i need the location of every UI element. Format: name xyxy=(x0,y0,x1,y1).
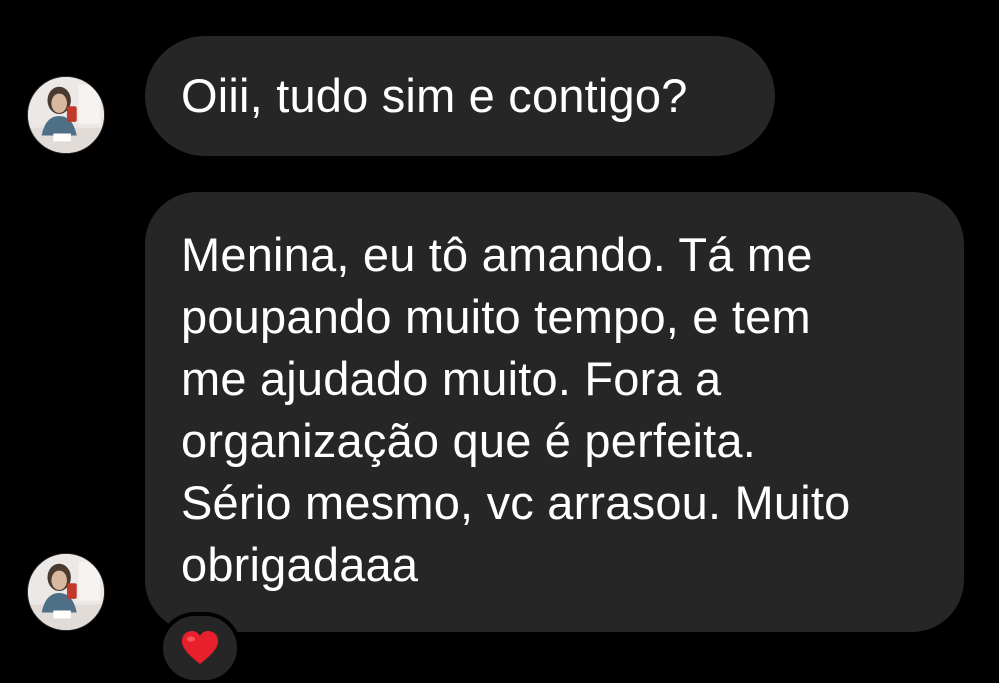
message-text-line: obrigadaaa xyxy=(181,538,419,591)
message-text-line: Menina, eu tô amando. Tá me xyxy=(181,228,813,281)
incoming-message-bubble[interactable]: Oiii, tudo sim e contigo? xyxy=(145,36,775,156)
red-heart-icon xyxy=(182,631,218,664)
message-reaction[interactable] xyxy=(159,612,241,683)
contact-avatar[interactable] xyxy=(27,76,105,154)
avatar-photo xyxy=(28,554,104,630)
contact-avatar[interactable] xyxy=(27,553,105,631)
message-text-line: poupando muito tempo, e tem xyxy=(181,290,811,343)
message-text-line: organização que é perfeita. xyxy=(181,414,757,467)
message-text: Oiii, tudo sim e contigo? xyxy=(181,69,688,122)
incoming-message-bubble[interactable]: Menina, eu tô amando. Tá me poupando mui… xyxy=(145,192,964,632)
chat-screen: Oiii, tudo sim e contigo? Menina, eu tô … xyxy=(0,0,999,683)
message-text-line: Sério mesmo, vc arrasou. Muito xyxy=(181,476,851,529)
avatar-photo xyxy=(28,77,104,153)
message-text-line: me ajudado muito. Fora a xyxy=(181,352,722,405)
